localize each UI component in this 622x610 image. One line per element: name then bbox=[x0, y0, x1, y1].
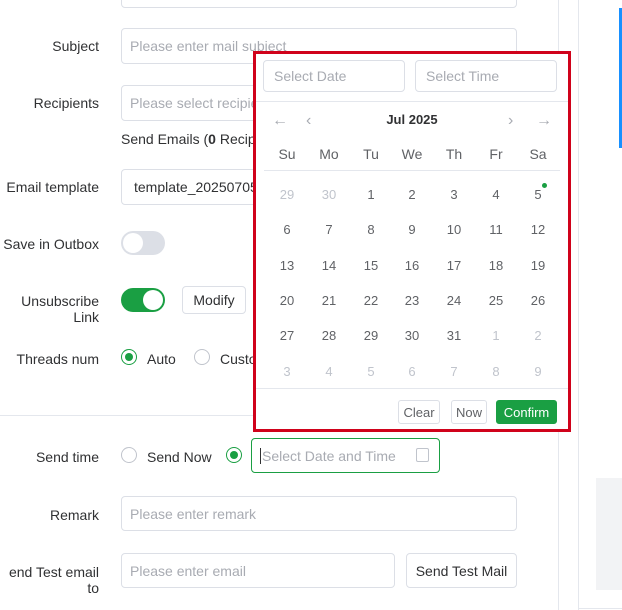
calendar-day-cell[interactable]: 1 bbox=[481, 328, 511, 343]
unsubscribe-switch[interactable] bbox=[121, 288, 165, 312]
calendar-day-cell[interactable]: 11 bbox=[481, 222, 511, 237]
send-test-mail-button[interactable]: Send Test Mail bbox=[406, 553, 517, 588]
send-time-label: Send time bbox=[35, 449, 99, 465]
picker-clear-button[interactable]: Clear bbox=[398, 400, 440, 424]
calendar-day-cell[interactable]: 1 bbox=[356, 187, 386, 202]
calendar-day-cell[interactable]: 15 bbox=[356, 258, 386, 273]
send-scheduled-radio[interactable] bbox=[226, 447, 242, 463]
send-now-label[interactable]: Send Now bbox=[147, 449, 212, 465]
test-email-label: end Test email to bbox=[8, 564, 99, 596]
calendar-day-cell[interactable]: 29 bbox=[356, 328, 386, 343]
weekday-divider bbox=[264, 170, 560, 171]
unsubscribe-label: Unsubscribe Link bbox=[21, 293, 99, 325]
calendar-day-cell[interactable]: 2 bbox=[397, 187, 427, 202]
calendar-day-cell[interactable]: 5 bbox=[356, 364, 386, 379]
weekday-header: Su bbox=[278, 146, 296, 162]
subject-label: Subject bbox=[52, 38, 99, 54]
right-panel-block bbox=[596, 478, 622, 590]
calendar-day-cell[interactable]: 25 bbox=[481, 293, 511, 308]
switch-knob bbox=[123, 233, 143, 253]
save-outbox-switch[interactable] bbox=[121, 231, 165, 255]
picker-time-input[interactable]: Select Time bbox=[415, 60, 557, 92]
threads-custom-label[interactable]: Custo bbox=[220, 351, 257, 367]
calendar-day-cell[interactable]: 24 bbox=[439, 293, 469, 308]
datetime-input[interactable]: Select Date and Time bbox=[251, 438, 440, 473]
calendar-day-cell[interactable]: 6 bbox=[272, 222, 302, 237]
calendar-day-cell[interactable]: 5 bbox=[523, 187, 553, 202]
calendar-day-cell[interactable]: 30 bbox=[314, 187, 344, 202]
calendar-day-cell[interactable]: 4 bbox=[481, 187, 511, 202]
weekday-header: Th bbox=[445, 146, 463, 162]
picker-confirm-button[interactable]: Confirm bbox=[496, 400, 557, 424]
picker-footer: Clear Now Confirm bbox=[256, 388, 568, 433]
threads-auto-label[interactable]: Auto bbox=[147, 351, 176, 367]
calendar-day-cell[interactable]: 4 bbox=[314, 364, 344, 379]
weekday-header: Sa bbox=[529, 146, 547, 162]
calendar-day-cell[interactable]: 21 bbox=[314, 293, 344, 308]
calendar-day-cell[interactable]: 22 bbox=[356, 293, 386, 308]
calendar-day-cell[interactable]: 8 bbox=[356, 222, 386, 237]
picker-header-divider bbox=[256, 101, 568, 102]
calendar-day-cell[interactable]: 12 bbox=[523, 222, 553, 237]
weekday-header: We bbox=[401, 146, 423, 162]
top-input-partial[interactable] bbox=[121, 0, 517, 8]
weekday-header: Fr bbox=[489, 146, 503, 162]
calendar-day-cell[interactable]: 3 bbox=[272, 364, 302, 379]
next-month-icon[interactable]: › bbox=[508, 112, 513, 130]
modify-button[interactable]: Modify bbox=[182, 286, 246, 314]
calendar-day-cell[interactable]: 6 bbox=[397, 364, 427, 379]
test-email-input[interactable]: Please enter email bbox=[121, 553, 395, 588]
calendar-day-cell[interactable]: 13 bbox=[272, 258, 302, 273]
template-label: Email template bbox=[6, 179, 99, 195]
remark-label: Remark bbox=[49, 507, 99, 523]
calendar-day-cell[interactable]: 7 bbox=[314, 222, 344, 237]
calendar-day-cell[interactable]: 9 bbox=[523, 364, 553, 379]
calendar-day-cell[interactable]: 29 bbox=[272, 187, 302, 202]
picker-date-input[interactable]: Select Date bbox=[263, 60, 405, 92]
calendar-day-cell[interactable]: 26 bbox=[523, 293, 553, 308]
right-panel-bottom bbox=[578, 608, 622, 609]
recipients-count-text: Send Emails (0 Recipie bbox=[121, 131, 267, 147]
calendar-day-cell[interactable]: 17 bbox=[439, 258, 469, 273]
calendar-day-cell[interactable]: 31 bbox=[439, 328, 469, 343]
remark-input[interactable]: Please enter remark bbox=[121, 496, 517, 531]
send-emails-prefix: Send Emails ( bbox=[121, 131, 209, 147]
send-now-radio[interactable] bbox=[121, 447, 137, 463]
picker-now-button[interactable]: Now bbox=[451, 400, 487, 424]
picker-month-title[interactable]: Jul 2025 bbox=[256, 112, 568, 127]
calendar-day-cell[interactable]: 28 bbox=[314, 328, 344, 343]
calendar-day-cell[interactable]: 9 bbox=[397, 222, 427, 237]
next-year-icon[interactable]: → bbox=[536, 112, 552, 130]
calendar-day-cell[interactable]: 7 bbox=[439, 364, 469, 379]
calendar-day-cell[interactable]: 2 bbox=[523, 328, 553, 343]
calendar-day-cell[interactable]: 3 bbox=[439, 187, 469, 202]
calendar-day-cell[interactable]: 14 bbox=[314, 258, 344, 273]
datetime-picker-panel: Select Date Select Time ← ‹ Jul 2025 › →… bbox=[253, 51, 571, 432]
calendar-day-cell[interactable]: 27 bbox=[272, 328, 302, 343]
threads-label: Threads num bbox=[16, 351, 99, 367]
recipients-label: Recipients bbox=[33, 95, 99, 111]
save-outbox-label: Save in Outbox bbox=[3, 236, 99, 252]
right-panel-border bbox=[578, 0, 579, 610]
switch-knob bbox=[143, 290, 163, 310]
calendar-day-cell[interactable]: 16 bbox=[397, 258, 427, 273]
calendar-day-cell[interactable]: 23 bbox=[397, 293, 427, 308]
threads-auto-radio[interactable] bbox=[121, 349, 137, 365]
calendar-icon bbox=[416, 448, 429, 462]
calendar-day-cell[interactable]: 10 bbox=[439, 222, 469, 237]
today-dot bbox=[542, 183, 547, 188]
calendar-day-cell[interactable]: 30 bbox=[397, 328, 427, 343]
recipients-count: 0 bbox=[208, 131, 216, 147]
weekday-header: Mo bbox=[319, 146, 339, 162]
datetime-input-placeholder: Select Date and Time bbox=[260, 447, 396, 464]
calendar-day-cell[interactable]: 8 bbox=[481, 364, 511, 379]
weekday-header: Tu bbox=[363, 146, 379, 162]
calendar-day-cell[interactable]: 18 bbox=[481, 258, 511, 273]
calendar-day-cell[interactable]: 19 bbox=[523, 258, 553, 273]
threads-custom-radio[interactable] bbox=[194, 349, 210, 365]
calendar-day-cell[interactable]: 20 bbox=[272, 293, 302, 308]
